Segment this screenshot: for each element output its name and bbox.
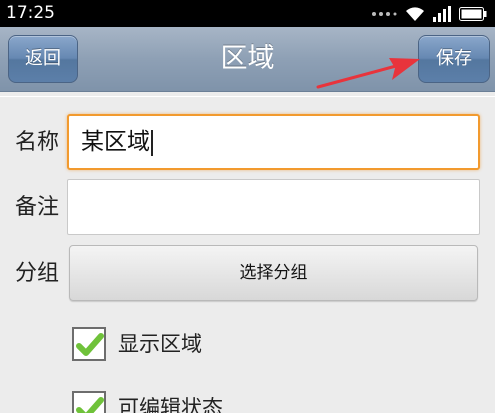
status-icons bbox=[371, 4, 487, 24]
back-button[interactable]: 返回 bbox=[8, 35, 78, 83]
note-label: 备注 bbox=[15, 195, 60, 220]
checkmark-icon bbox=[76, 397, 104, 413]
name-value: 某区域 bbox=[81, 116, 153, 168]
select-group-button[interactable]: 选择分组 bbox=[69, 245, 478, 301]
area-form: 名称 某区域 备注 分组 选择分组 显示区域 可编辑状态 bbox=[0, 96, 495, 413]
title-bar: 返回 区域 保存 bbox=[0, 27, 495, 92]
show-area-checkbox[interactable] bbox=[72, 327, 106, 361]
show-area-label: 显示区域 bbox=[118, 332, 202, 356]
signal-icon bbox=[371, 10, 397, 18]
checkmark-icon bbox=[76, 333, 104, 356]
battery-icon bbox=[459, 7, 487, 21]
group-label: 分组 bbox=[15, 261, 60, 286]
editable-label: 可编辑状态 bbox=[118, 396, 223, 413]
page-title: 区域 bbox=[220, 43, 275, 74]
status-bar: 17:25 bbox=[0, 0, 495, 27]
signal-bars-icon bbox=[433, 6, 451, 22]
name-label: 名称 bbox=[15, 130, 60, 155]
save-button[interactable]: 保存 bbox=[418, 35, 490, 83]
wifi-icon bbox=[405, 6, 425, 22]
text-caret bbox=[151, 129, 153, 156]
screen: 17:25 返回 区域 保存 名称 某区域 备注 分组 选择分组 显示区域 可编… bbox=[0, 0, 495, 413]
status-time: 17:25 bbox=[6, 3, 55, 23]
note-input[interactable] bbox=[67, 179, 480, 235]
name-input[interactable]: 某区域 bbox=[67, 114, 480, 170]
editable-checkbox[interactable] bbox=[72, 391, 106, 413]
